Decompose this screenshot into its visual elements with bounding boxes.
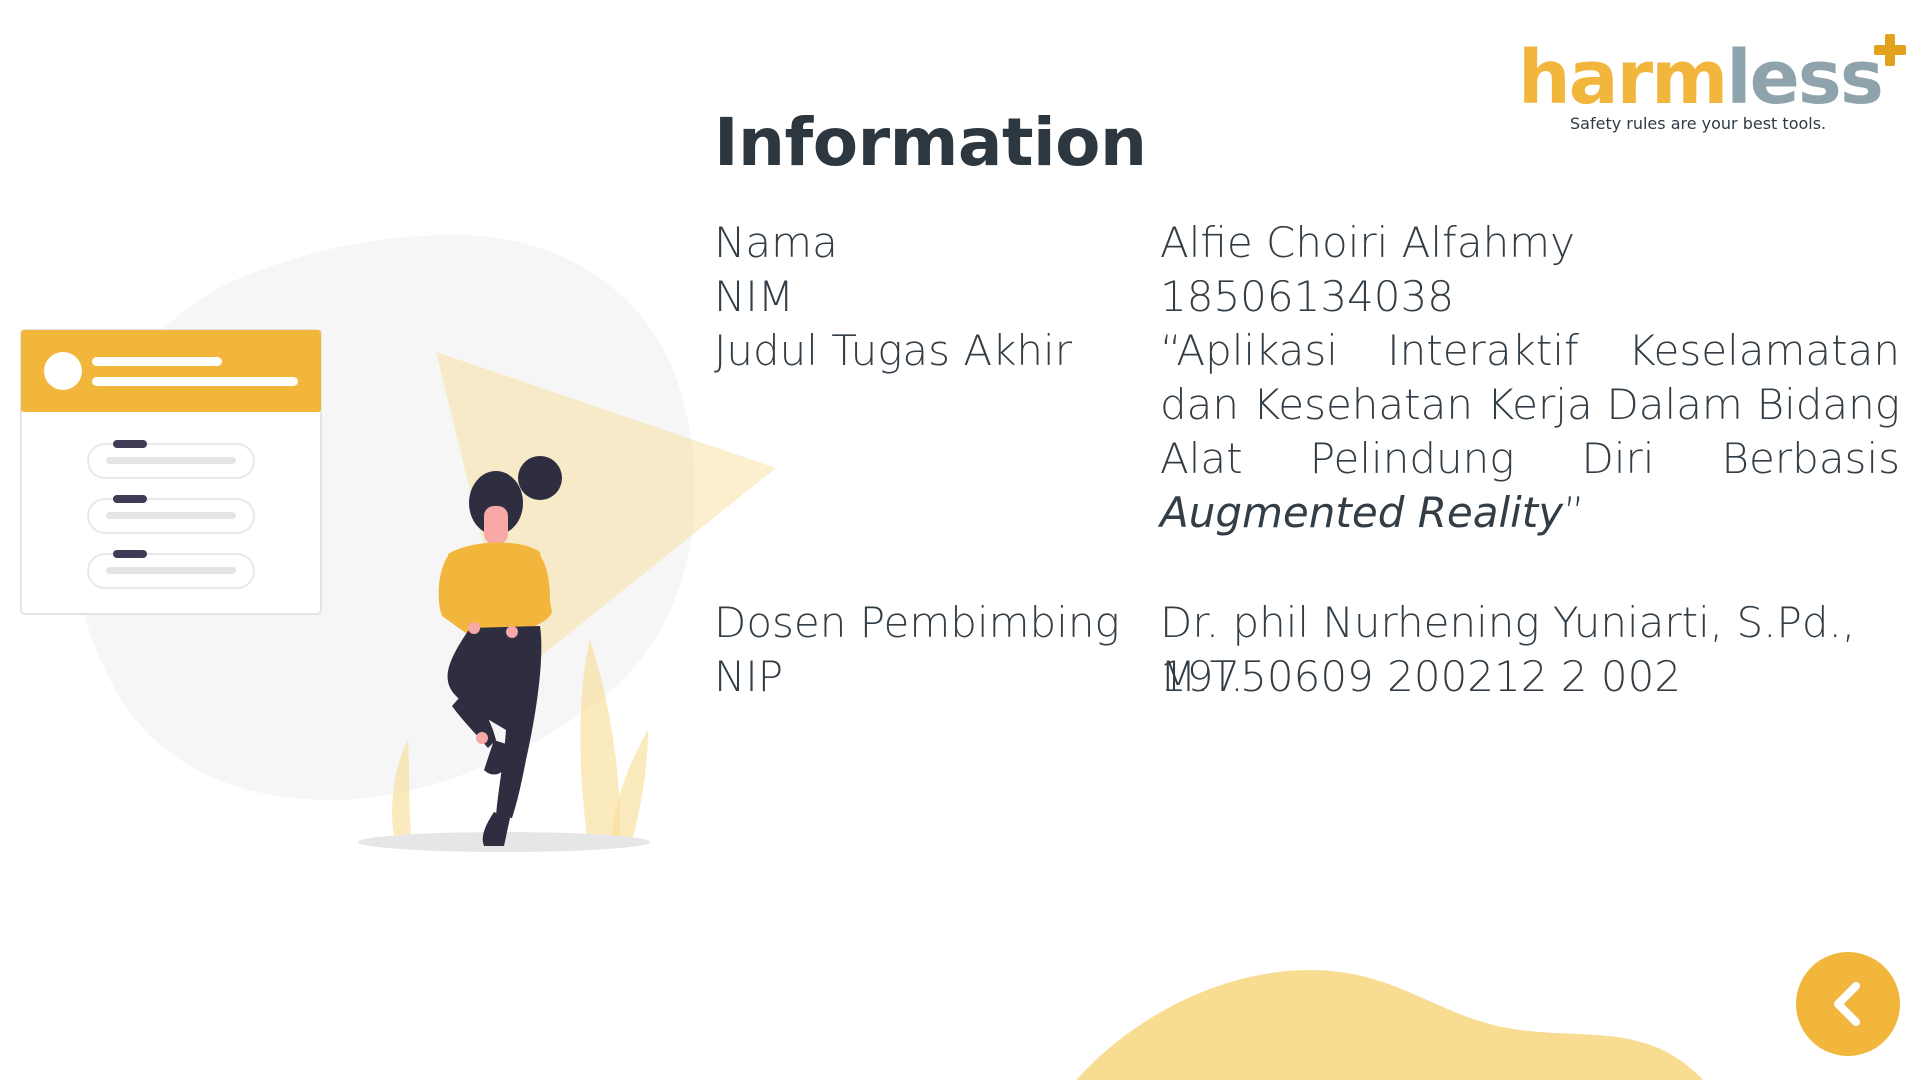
harmless-logo: harmless Safety rules are your best tool… (1518, 34, 1918, 144)
info-label: NIP (714, 652, 784, 701)
logo-wordmark: harmless (1518, 34, 1884, 122)
info-value: Alfie Choiri Alfahmy (1160, 218, 1575, 267)
logo-word-part-2: less (1726, 35, 1884, 121)
title-closing-quote: ” (1563, 488, 1585, 537)
person-with-card-illustration (20, 235, 776, 852)
list-card (20, 329, 322, 615)
back-button[interactable] (1796, 952, 1900, 1056)
bottom-wave-shape (1076, 970, 1703, 1080)
info-value: 19750609 200212 2 002 (1160, 652, 1682, 701)
plus-icon (1874, 34, 1906, 66)
info-value: 18506134038 (1160, 272, 1454, 321)
info-label: NIM (714, 272, 795, 321)
slide: harmless Safety rules are your best tool… (0, 0, 1920, 1080)
chevron-left-icon (1834, 982, 1860, 1026)
info-label: Judul Tugas Akhir (714, 326, 1072, 375)
info-label: Nama (714, 218, 838, 267)
info-value: “Aplikasi Interaktif Keselamatan dan Kes… (1160, 324, 1900, 540)
logo-word-part-1: harm (1518, 35, 1728, 121)
logo-tagline: Safety rules are your best tools. (1570, 114, 1827, 133)
page-title: Information (714, 104, 1147, 181)
info-label: Dosen Pembimbing (714, 598, 1120, 647)
title-text: “Aplikasi Interaktif Keselamatan dan Kes… (1160, 326, 1900, 483)
title-italic-text: Augmented Reality (1160, 488, 1564, 537)
